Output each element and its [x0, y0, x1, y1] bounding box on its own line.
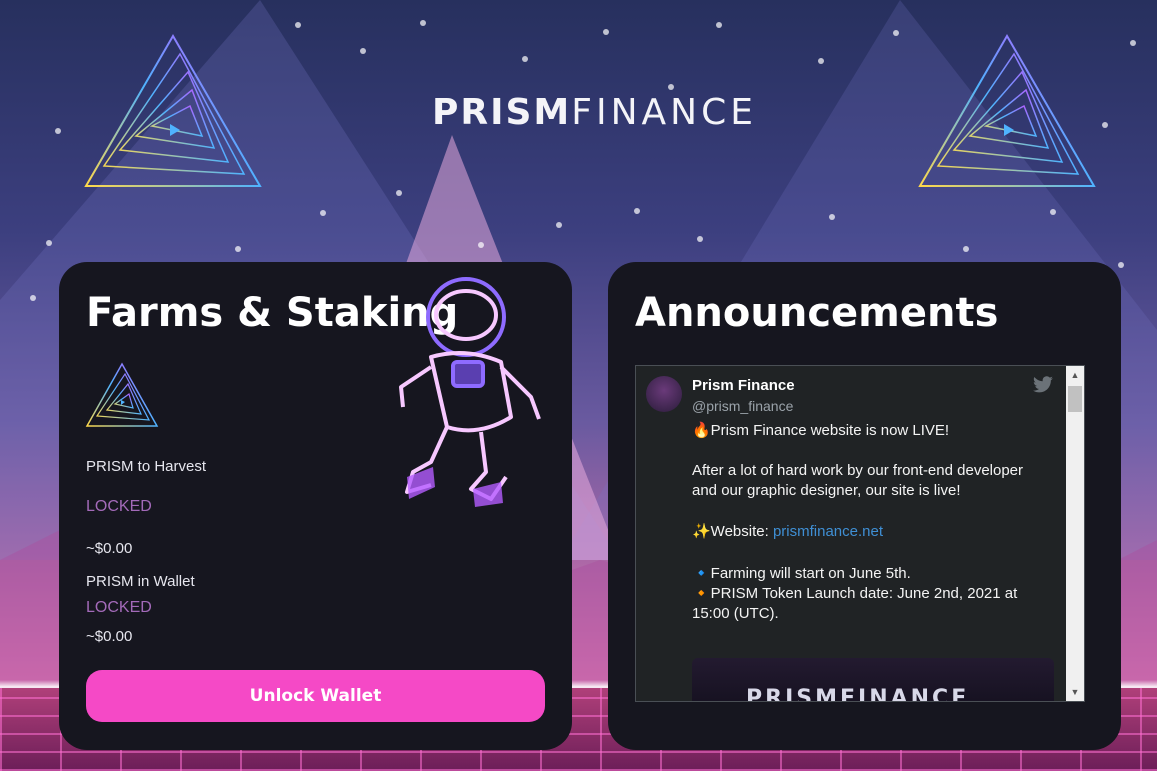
- tweet-media-image[interactable]: PRISMFINANCE: [692, 658, 1054, 702]
- harvest-locked-status: LOCKED: [86, 498, 152, 515]
- harvest-usd-value: ~$0.00: [86, 540, 133, 557]
- twitter-embed[interactable]: Prism Finance @prism_finance 🔥Prism Fina…: [635, 365, 1085, 702]
- tweet-line-5: 🔸PRISM Token Launch date: June 2nd, 2021…: [692, 585, 1018, 622]
- scrollbar-thumb[interactable]: [1068, 386, 1082, 412]
- wallet-locked-status: LOCKED: [86, 599, 152, 616]
- chevron-down-icon[interactable]: ▼: [1066, 683, 1084, 701]
- tweet-author-handle[interactable]: @prism_finance: [692, 398, 793, 414]
- wallet-label: PRISM in Wallet: [86, 573, 195, 590]
- tweet-scrollbar[interactable]: ▲ ▼: [1066, 366, 1084, 701]
- wallet-usd-value: ~$0.00: [86, 628, 133, 645]
- tweet-author-name[interactable]: Prism Finance: [692, 377, 795, 394]
- tweet[interactable]: Prism Finance @prism_finance 🔥Prism Fina…: [636, 366, 1066, 701]
- harvest-label: PRISM to Harvest: [86, 458, 207, 475]
- farms-staking-card: Farms & Staking PRISM to Harvest LOCKED …: [59, 262, 572, 750]
- logo-bold-text: PRISM: [432, 92, 572, 133]
- chevron-up-icon[interactable]: ▲: [1066, 366, 1084, 384]
- prism-triangle-right-icon: [918, 34, 1096, 187]
- unlock-wallet-button[interactable]: Unlock Wallet: [86, 670, 545, 722]
- tweet-line-1: 🔥Prism Finance website is now LIVE!: [692, 422, 950, 439]
- logo-light-text: FINANCE: [571, 92, 757, 133]
- tweet-website-prefix: ✨Website:: [692, 523, 773, 540]
- announcements-card: Announcements Prism Finance @prism_finan…: [608, 262, 1121, 750]
- prism-triangle-left-icon: [84, 34, 262, 187]
- tweet-media-text: PRISMFINANCE: [746, 686, 970, 702]
- site-logo[interactable]: PRISMFINANCE: [432, 92, 757, 133]
- twitter-bird-icon[interactable]: [1032, 376, 1054, 394]
- announcements-title: Announcements: [635, 290, 999, 336]
- tweet-line-4: 🔹Farming will start on June 5th.: [692, 565, 911, 582]
- astronaut-illustration: [399, 277, 541, 507]
- avatar[interactable]: [646, 376, 682, 412]
- tweet-body: 🔥Prism Finance website is now LIVE! Afte…: [692, 421, 1052, 624]
- tweet-website-link[interactable]: prismfinance.net: [773, 523, 883, 540]
- tweet-website-line: ✨Website: prismfinance.net: [692, 522, 1052, 542]
- tweet-line-2: After a lot of hard work by our front-en…: [692, 462, 1024, 499]
- prism-token-icon: [85, 362, 159, 427]
